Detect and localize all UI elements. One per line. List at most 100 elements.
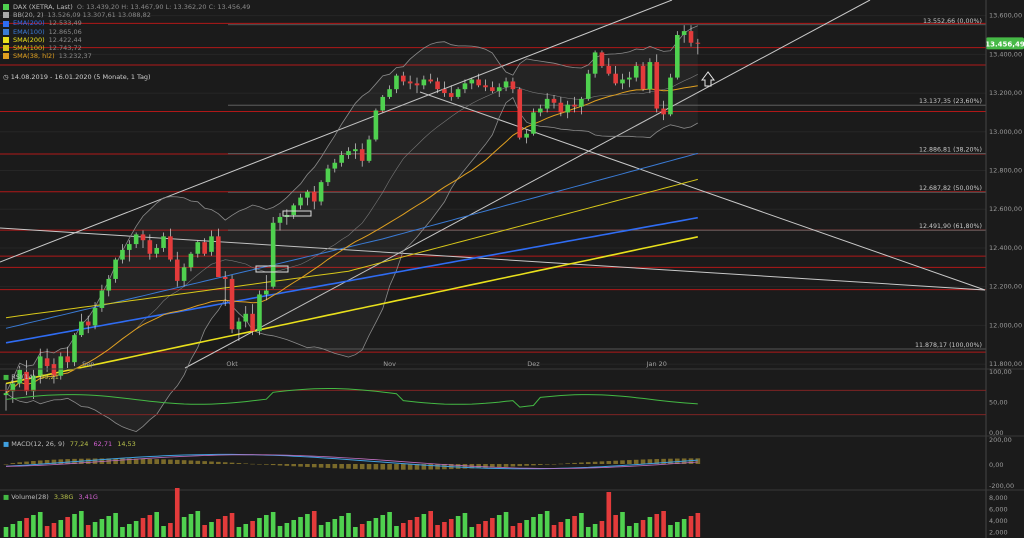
candle-body: [85, 321, 91, 326]
rsi-label: ■ RSI(14) 59,21: [3, 373, 59, 381]
volume-bar: [174, 488, 180, 537]
volume-bar: [428, 511, 433, 537]
volume-bar: [524, 520, 529, 537]
macd-histogram-bar: [17, 462, 22, 464]
macd-histogram-bar: [250, 463, 255, 465]
price-tick-label: 12.600,00: [989, 205, 1022, 213]
month-label: Nov: [383, 360, 396, 368]
indicator-name: EMA(200): [13, 19, 45, 28]
macd-histogram-bar: [181, 460, 187, 464]
indicator-swatch: [3, 53, 9, 60]
macd-histogram-bar: [325, 464, 331, 468]
volume-bar: [161, 526, 166, 537]
volume-bar: [681, 519, 687, 537]
candle-body: [599, 52, 605, 66]
volume-bar: [592, 524, 598, 537]
macd-histogram-bar: [216, 461, 221, 464]
volume-bar: [298, 517, 303, 537]
candle-body: [202, 242, 207, 254]
candle-body: [291, 205, 296, 216]
volume-bar: [448, 519, 454, 537]
candle-body: [448, 93, 454, 97]
candle-body: [688, 31, 694, 43]
volume-bar: [99, 519, 105, 537]
date-range: ◷ 14.08.2019 - 16.01.2020 (5 Monate, 1 T…: [3, 73, 151, 81]
macd-histogram-bar: [661, 458, 666, 464]
indicator-row: EMA(200) 12.533,49: [3, 19, 250, 27]
volume-bar: [106, 516, 112, 537]
volume-bar: [305, 514, 310, 537]
volume-bar: [565, 519, 570, 537]
indicator-row: SMA(200) 12.422,44: [3, 36, 250, 44]
volume-bar: [373, 518, 379, 537]
volume-bar: [503, 512, 509, 537]
macd-histogram-bar: [243, 463, 249, 464]
current-price-label: 13.456,49: [985, 40, 1024, 48]
candle-body: [428, 79, 433, 82]
volume-bar: [394, 526, 399, 537]
macd-histogram-bar: [359, 464, 365, 470]
volume-label: ■ Volume(28) 3,38G 3,41G: [3, 493, 98, 501]
candle-body: [92, 307, 98, 326]
volume-bar: [421, 514, 427, 537]
chart-canvas: 13.552,66 (0,00%) 13.137,35 (23,60%) 12.88…: [0, 0, 1024, 538]
candle-body: [127, 244, 132, 250]
candle-body: [496, 87, 502, 92]
volume-bar: [346, 513, 351, 537]
volume-bar: [510, 526, 516, 537]
candle-body: [229, 278, 235, 330]
volume-bar: [695, 513, 701, 537]
macd-histogram-bar: [407, 464, 413, 470]
volume-bar: [181, 517, 187, 537]
candle-body: [620, 79, 625, 84]
volume-bar: [599, 521, 605, 537]
macd-histogram-bar: [380, 464, 386, 470]
rsi-name: RSI(14): [11, 373, 36, 381]
indicator-value: 12.743,72: [48, 44, 82, 53]
macd-histogram-bar: [565, 463, 570, 464]
volume-tick-label: 8,000: [989, 494, 1008, 502]
macd-histogram-bar: [270, 464, 276, 466]
month-label: Sep: [82, 360, 94, 368]
volume-bar: [380, 515, 386, 537]
volume-bar: [401, 523, 406, 537]
volume-bar: [209, 522, 214, 537]
indicator-swatch: [3, 36, 9, 43]
volume-bar: [284, 523, 290, 537]
month-label: Dez: [527, 360, 540, 368]
indicator-name: EMA(100): [13, 27, 45, 36]
volume-bar: [668, 525, 673, 537]
macd-histogram-bar: [613, 460, 618, 464]
candle-body: [311, 191, 317, 202]
indicator-value: 13.232,37: [58, 52, 92, 61]
macd-histogram-bar: [161, 459, 166, 464]
volume-bar: [325, 522, 331, 537]
macd-histogram-bar: [92, 458, 98, 464]
price-tick-label: 13.000,00: [989, 128, 1022, 136]
macd-histogram-bar: [195, 460, 201, 464]
macd-histogram-bar: [31, 460, 36, 464]
candle-body: [277, 216, 283, 223]
macd-histogram-bar: [668, 458, 673, 464]
candle-body: [113, 259, 118, 279]
macd-tick-label: 200,00: [989, 436, 1012, 444]
macd-histogram-bar: [209, 461, 214, 464]
candle-body: [332, 162, 338, 169]
price-tick-label: 11.800,00: [989, 360, 1022, 368]
volume-bar: [675, 522, 680, 537]
macd-histogram-bar: [37, 460, 43, 464]
candle-body: [654, 62, 660, 109]
indicator-name: SMA(100): [13, 44, 45, 53]
macd-histogram-bar: [277, 464, 283, 466]
candle-body: [99, 290, 105, 308]
candle-body: [257, 294, 262, 332]
indicator-value: 12.865,06: [48, 27, 82, 36]
macd-name: MACD(12, 26, 9): [11, 440, 65, 448]
macd-histogram-bar: [544, 464, 550, 465]
fib-level-label: 12.687,82 (50,00%): [919, 185, 982, 192]
candle-body: [531, 112, 536, 134]
date-range-label: 14.08.2019 - 16.01.2020: [10, 73, 92, 81]
macd-signal-value: 62,71: [93, 440, 113, 448]
price-tick-label: 13.200,00: [989, 89, 1022, 97]
volume-bar: [133, 521, 139, 537]
